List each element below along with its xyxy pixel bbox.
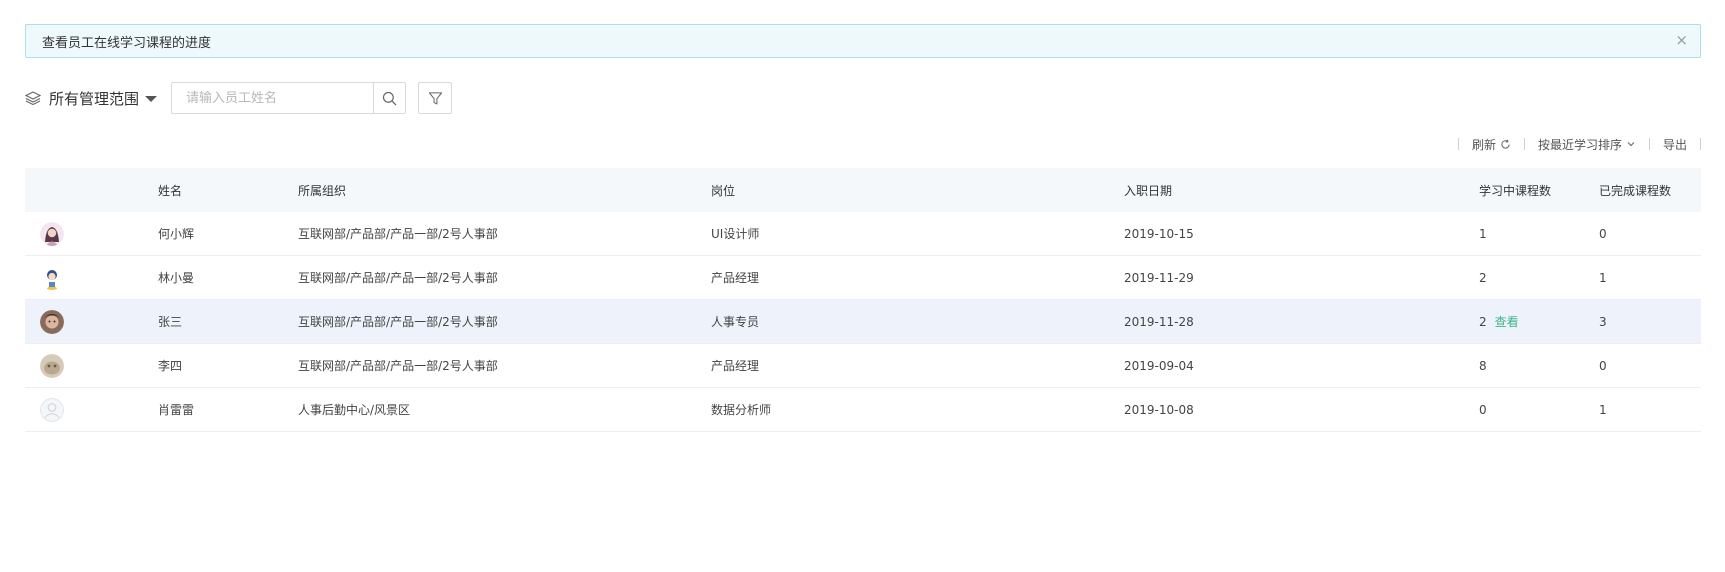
employee-org: 互联网部/产品部/产品一部/2号人事部 [298, 359, 498, 373]
employee-name: 张三 [158, 315, 183, 329]
avatar[interactable] [40, 353, 64, 378]
employee-join-date: 2019-10-08 [1124, 402, 1194, 417]
table-row[interactable]: 张三 互联网部/产品部/产品一部/2号人事部 人事专员 2019-11-28 2… [25, 300, 1701, 344]
employee-name: 肖雷雷 [158, 403, 195, 417]
learning-count: 2 [1479, 270, 1487, 285]
refresh-label: 刷新 [1471, 137, 1496, 152]
search-button[interactable] [373, 82, 407, 114]
table-row[interactable]: 肖雷雷 人事后勤中心/风景区 数据分析师 2019-10-08 0 1 [25, 388, 1701, 432]
search-input[interactable] [171, 82, 374, 114]
employee-org: 人事后勤中心/风景区 [298, 403, 411, 417]
header-done: 已完成课程数 [1599, 183, 1672, 198]
header-learning: 学习中课程数 [1479, 183, 1552, 198]
search-icon [382, 91, 397, 105]
employee-join-date: 2019-09-04 [1124, 358, 1194, 373]
employee-name: 何小辉 [158, 227, 195, 241]
table-row[interactable]: 李四 互联网部/产品部/产品一部/2号人事部 产品经理 2019-09-04 8… [25, 344, 1701, 388]
employee-join-date: 2019-11-28 [1124, 314, 1194, 329]
employee-org: 互联网部/产品部/产品一部/2号人事部 [298, 315, 498, 329]
export-button[interactable]: 导出 [1663, 136, 1687, 153]
employee-position: 数据分析师 [711, 403, 772, 417]
view-link[interactable]: 查看 [1495, 313, 1519, 330]
employee-org: 互联网部/产品部/产品一部/2号人事部 [298, 271, 498, 285]
refresh-button[interactable]: 刷新 [1472, 136, 1511, 153]
table-row[interactable]: 林小曼 互联网部/产品部/产品一部/2号人事部 产品经理 2019-11-29 … [25, 256, 1701, 300]
employee-position: UI设计师 [711, 227, 760, 241]
learning-count: 1 [1479, 226, 1487, 241]
scope-dropdown[interactable]: 所有管理范围 [25, 88, 158, 109]
avatar[interactable] [40, 265, 64, 290]
sort-label: 按最近学习排序 [1537, 137, 1622, 152]
employee-position: 产品经理 [711, 359, 760, 373]
employee-table: 姓名 所属组织 岗位 入职日期 学习中课程数 已完成课程数 何小辉 互联网部/产… [25, 168, 1701, 432]
table-row[interactable]: 何小辉 互联网部/产品部/产品一部/2号人事部 UI设计师 2019-10-15… [25, 212, 1701, 256]
filter-button[interactable] [418, 82, 453, 114]
export-label: 导出 [1662, 137, 1687, 152]
completed-count: 0 [1599, 226, 1607, 241]
table-actions: 刷新 按最近学习排序 导出 [1445, 135, 1701, 153]
completed-count: 0 [1599, 358, 1607, 373]
header-name: 姓名 [158, 183, 183, 198]
chevron-down-icon [1627, 142, 1635, 147]
employee-join-date: 2019-11-29 [1124, 270, 1194, 285]
avatar[interactable] [40, 221, 64, 246]
completed-count: 3 [1599, 314, 1607, 329]
scope-label: 所有管理范围 [49, 89, 140, 108]
employee-position: 人事专员 [711, 315, 760, 329]
search-box [171, 82, 407, 114]
table-header: 姓名 所属组织 岗位 入职日期 学习中课程数 已完成课程数 [25, 168, 1701, 212]
close-icon[interactable]: × [1675, 33, 1688, 48]
employee-name: 林小曼 [158, 271, 195, 285]
header-org: 所属组织 [298, 183, 347, 198]
sort-dropdown[interactable]: 按最近学习排序 [1538, 136, 1636, 153]
employee-position: 产品经理 [711, 271, 760, 285]
divider [1523, 138, 1525, 150]
employee-join-date: 2019-10-15 [1124, 226, 1194, 241]
employee-org: 互联网部/产品部/产品一部/2号人事部 [298, 227, 498, 241]
caret-down-icon [145, 96, 158, 102]
header-position: 岗位 [711, 183, 736, 198]
learning-count: 8 [1479, 358, 1487, 373]
completed-count: 1 [1599, 402, 1607, 417]
avatar[interactable] [40, 309, 64, 334]
completed-count: 1 [1599, 270, 1607, 285]
refresh-icon [1501, 139, 1510, 149]
info-notice: 查看员工在线学习课程的进度 × [25, 24, 1701, 58]
divider [1700, 138, 1701, 150]
employee-name: 李四 [158, 359, 183, 373]
divider [1457, 138, 1459, 150]
notice-text: 查看员工在线学习课程的进度 [42, 35, 212, 51]
divider [1648, 138, 1650, 150]
toolbar: 所有管理范围 [25, 81, 453, 115]
learning-count: 0 [1479, 402, 1487, 417]
header-date: 入职日期 [1124, 183, 1173, 198]
learning-count: 2 [1479, 314, 1487, 329]
filter-icon [428, 91, 442, 104]
layers-icon [25, 91, 41, 106]
default-avatar-icon[interactable] [40, 397, 64, 422]
